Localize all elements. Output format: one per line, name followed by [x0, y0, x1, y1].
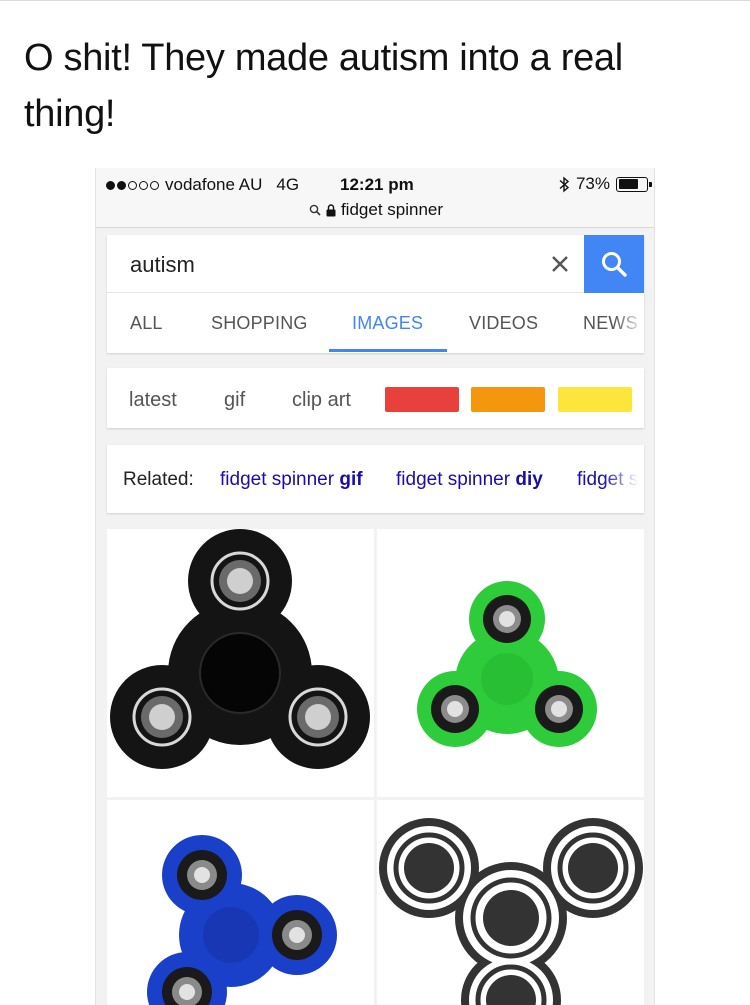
- related-link-text: fidget spinner: [220, 469, 340, 490]
- search-box: autism: [107, 235, 644, 293]
- tabs-fade: [614, 293, 644, 351]
- status-time: 12:21 pm: [340, 175, 414, 194]
- related-link-text: fidget spinner: [396, 469, 516, 490]
- image-result-2[interactable]: [377, 529, 644, 797]
- tab-images[interactable]: IMAGES: [352, 313, 423, 334]
- url-text: fidget spinner: [340, 200, 444, 219]
- related-link-diy[interactable]: fidget spinner diy: [396, 469, 543, 491]
- carrier-name: vodafone AU: [165, 175, 263, 194]
- outline-fidget-spinner-icon: [379, 818, 643, 1005]
- post-caption: O shit! They made autism into a real thi…: [24, 37, 623, 135]
- search-input[interactable]: autism: [130, 252, 195, 278]
- image-result-4[interactable]: [377, 800, 644, 1005]
- address-bar[interactable]: fidget spinner: [96, 200, 654, 220]
- chip-gif[interactable]: gif: [224, 389, 245, 412]
- battery-level: [618, 179, 639, 189]
- clear-search-button[interactable]: [543, 247, 577, 281]
- search-icon: [602, 252, 627, 277]
- status-bar: vodafone AU 4G 12:21 pm 73% fidget spinn…: [96, 168, 654, 228]
- tab-all[interactable]: ALL: [130, 313, 163, 334]
- chip-clip-art[interactable]: clip art: [292, 389, 351, 412]
- status-right: 73%: [559, 174, 652, 194]
- related-label: Related:: [123, 469, 194, 490]
- image-result-1[interactable]: [107, 529, 374, 797]
- phone-screenshot: vodafone AU 4G 12:21 pm 73% fidget spinn…: [95, 168, 655, 1005]
- bluetooth-icon: [559, 175, 570, 193]
- blue-fidget-spinner: [147, 835, 337, 1005]
- related-searches: Related: fidget spinner gif fidget spinn…: [107, 445, 644, 513]
- search-button[interactable]: [584, 235, 644, 293]
- search-card: autism ALL SHOPPING IMAGES VIDEOS NEWS: [107, 235, 644, 353]
- color-filter-yellow[interactable]: [558, 387, 632, 412]
- close-icon: [552, 256, 568, 272]
- green-fidget-spinner: [417, 581, 597, 747]
- top-divider: [0, 0, 750, 1]
- status-left: vodafone AU 4G: [106, 175, 299, 195]
- tab-videos[interactable]: VIDEOS: [469, 313, 538, 334]
- search-tabs: ALL SHOPPING IMAGES VIDEOS NEWS: [107, 293, 644, 353]
- signal-strength-icon: [106, 180, 159, 190]
- black-fidget-spinner: [110, 529, 370, 769]
- battery-icon: [616, 176, 652, 192]
- filter-chips: latest gif clip art: [107, 368, 644, 428]
- chip-latest[interactable]: latest: [129, 389, 177, 412]
- color-filter-red[interactable]: [385, 387, 459, 412]
- lock-icon: [326, 203, 336, 216]
- image-results: [107, 529, 644, 1005]
- active-tab-indicator: [329, 349, 447, 352]
- battery-percent: 73%: [575, 174, 610, 193]
- search-icon: [309, 204, 321, 216]
- network-type: 4G: [276, 175, 300, 194]
- tab-shopping[interactable]: SHOPPING: [211, 313, 308, 334]
- related-link-gif[interactable]: fidget spinner gif: [220, 469, 363, 491]
- related-link-bold: diy: [515, 469, 543, 490]
- image-result-3[interactable]: [107, 800, 374, 1005]
- related-link-bold: gif: [339, 469, 363, 490]
- color-filter-orange[interactable]: [471, 387, 545, 412]
- related-fade: [604, 445, 644, 513]
